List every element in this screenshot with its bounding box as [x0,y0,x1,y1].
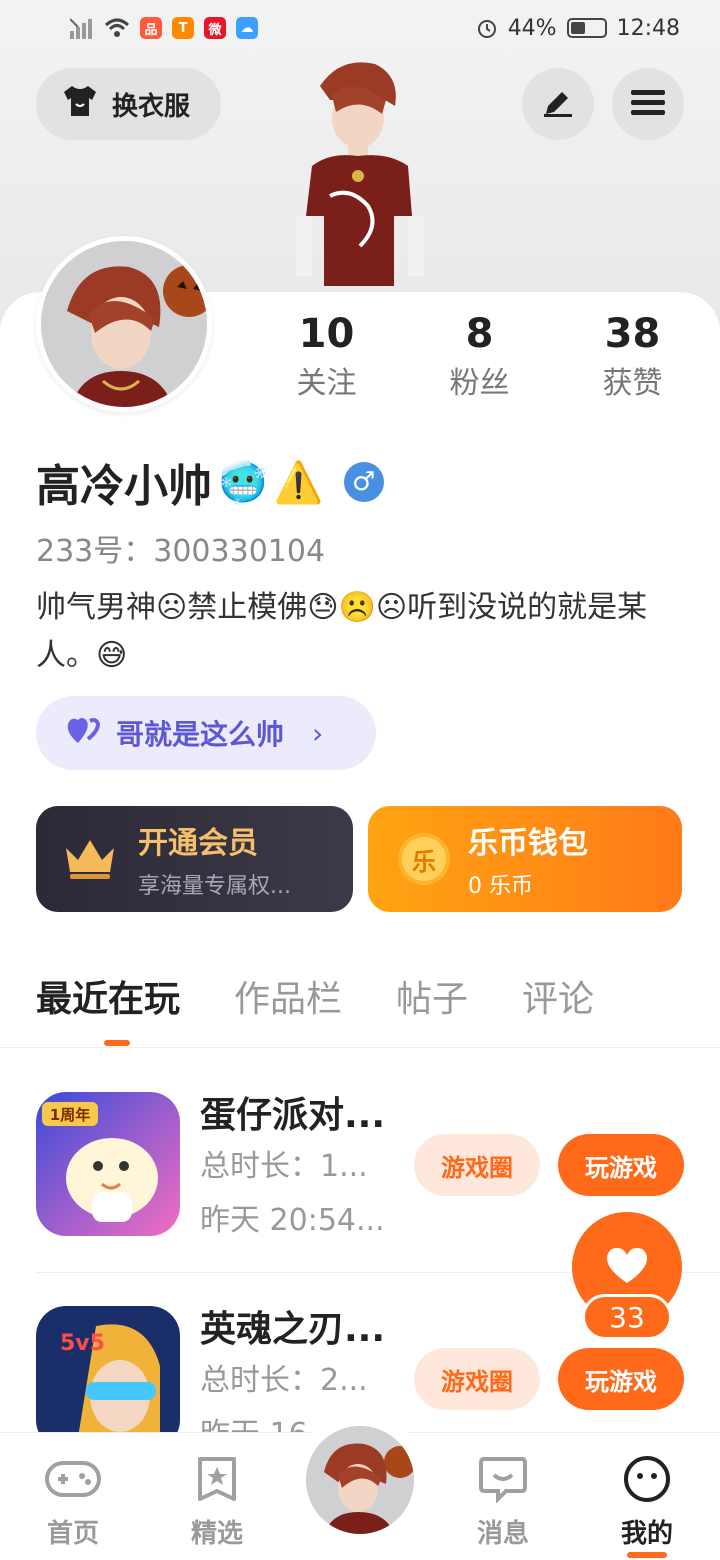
stat-likes-value: 38 [604,311,661,357]
profile-stats: 10 关注 8 粉丝 38 获赞 [250,308,720,408]
game-duration: 总时长：2... [200,1363,368,1398]
nav-profile-label: 我的 [620,1519,673,1549]
user-id[interactable]: 233号：300330104 [36,526,325,570]
wifi-icon [104,17,130,39]
svg-text:1周年: 1周年 [50,1106,90,1124]
game-info: 蛋仔派对... 总时长：1... 昨天 20:54... [200,1092,400,1248]
like-count-badge: 33 [582,1294,672,1340]
tab-posts[interactable]: 帖子 [396,970,468,1022]
game-row[interactable]: 1周年 蛋仔派对... 总时长：1... 昨天 20:54... 游戏圈 玩游戏 [36,1092,684,1242]
nav-home[interactable]: 首页 [18,1451,128,1550]
wallet-text: 乐币钱包 0 乐币 [468,818,588,900]
play-game-button[interactable]: 玩游戏 [558,1134,684,1196]
name-row: 高冷小帅 🥶 ⚠️ ♂ [36,450,384,514]
wallet-title: 乐币钱包 [468,826,588,861]
stat-likes-label: 获赞 [602,366,663,401]
vip-text: 开通会员 享海量专属权... [138,818,291,900]
app-notification-icon-1: 品 [140,17,162,39]
vip-title: 开通会员 [138,826,258,861]
chat-icon [473,1451,533,1507]
battery-percent: 44% [507,15,557,41]
nav-featured[interactable]: 精选 [162,1451,272,1550]
bio-text: 帅气男神☹禁止模佛😓☹️☹听到没说的就是某人。😅 [36,590,648,673]
cloud-icon: ☁ [236,17,258,39]
center-avatar-button[interactable] [306,1426,414,1534]
stat-following-value: 10 [298,311,355,357]
weibo-icon: 微 [204,17,226,39]
signal-icon [70,17,94,39]
profile-tabs: 最近在玩 作品栏 帖子 评论 [36,970,594,1022]
star-bookmark-icon [187,1451,247,1507]
personal-tag-label: 哥就是这么帅 [116,718,285,751]
tshirt-icon [60,84,100,125]
hamburger-menu-icon [631,88,665,120]
play-game-button[interactable]: 玩游戏 [558,1348,684,1410]
menu-button[interactable] [612,68,684,140]
active-nav-indicator [627,1552,667,1558]
pencil-icon [540,86,576,122]
cold-face-emoji: 🥶 [218,459,268,506]
status-right: 44% 12:48 [476,16,680,41]
change-clothes-label: 换衣服 [112,91,191,122]
vip-membership-card[interactable]: 开通会员 享海量专属权... [36,806,353,912]
stat-fans-value: 8 [465,311,494,357]
tab-works[interactable]: 作品栏 [234,970,342,1022]
nav-profile[interactable]: 我的 [592,1451,702,1558]
nav-messages-label: 消息 [476,1519,529,1549]
game-name: 英魂之刃... [200,1309,386,1350]
heart-icon [604,1245,650,1289]
game-duration: 总时长：1... [200,1149,368,1184]
alarm-icon [476,17,498,39]
gamepad-icon [43,1451,103,1507]
chevron-right-icon: › [312,716,324,750]
profile-avatar[interactable] [36,236,212,412]
game-name: 蛋仔派对... [200,1095,386,1136]
personal-tag-pill[interactable]: 哥就是这么帅 › [36,696,376,770]
game-circle-button[interactable]: 游戏圈 [414,1134,540,1196]
nav-home-label: 首页 [46,1519,99,1549]
avatar-character-figure[interactable] [290,56,430,296]
egg-party-game-icon[interactable]: 1周年 [36,1092,180,1236]
change-clothes-button[interactable]: 换衣服 [36,68,221,140]
warning-emoji: ⚠️ [273,459,324,506]
wallet-card[interactable]: 乐 乐币钱包 0 乐币 [368,806,682,912]
active-tab-indicator [104,1040,130,1046]
stat-fans-label: 粉丝 [449,366,510,401]
nav-featured-label: 精选 [190,1519,243,1549]
stat-likes[interactable]: 38 获赞 [556,308,709,408]
tabs-divider [0,1047,720,1048]
stat-following[interactable]: 10 关注 [250,308,403,408]
nav-messages[interactable]: 消息 [448,1451,558,1550]
clock: 12:48 [616,15,680,41]
game-last-played: 昨天 20:54... [200,1203,385,1238]
smiley-face-icon [617,1451,677,1507]
purple-heart-icon [66,715,102,752]
coin-icon: 乐 [398,833,450,885]
status-bar: 品 T 微 ☁ 44% 12:48 [0,0,720,56]
tab-comments[interactable]: 评论 [522,970,594,1022]
tab-recently-played[interactable]: 最近在玩 [36,970,180,1022]
edit-profile-button[interactable] [522,68,594,140]
male-gender-icon: ♂ [343,462,384,502]
app-notification-icon-2: T [172,17,194,39]
vip-subtitle: 享海量专属权... [138,874,291,899]
wallet-balance: 0 乐币 [468,874,533,899]
stat-following-label: 关注 [296,366,357,401]
crown-icon [62,834,118,884]
svg-text:5v5: 5v5 [60,1331,105,1356]
hero-blade-game-icon[interactable]: 5v5 [36,1306,180,1432]
status-left: 品 T 微 ☁ [70,17,258,39]
username: 高冷小帅 [36,461,212,512]
stat-fans[interactable]: 8 粉丝 [403,308,556,408]
battery-icon [566,18,607,38]
game-circle-button[interactable]: 游戏圈 [414,1348,540,1410]
